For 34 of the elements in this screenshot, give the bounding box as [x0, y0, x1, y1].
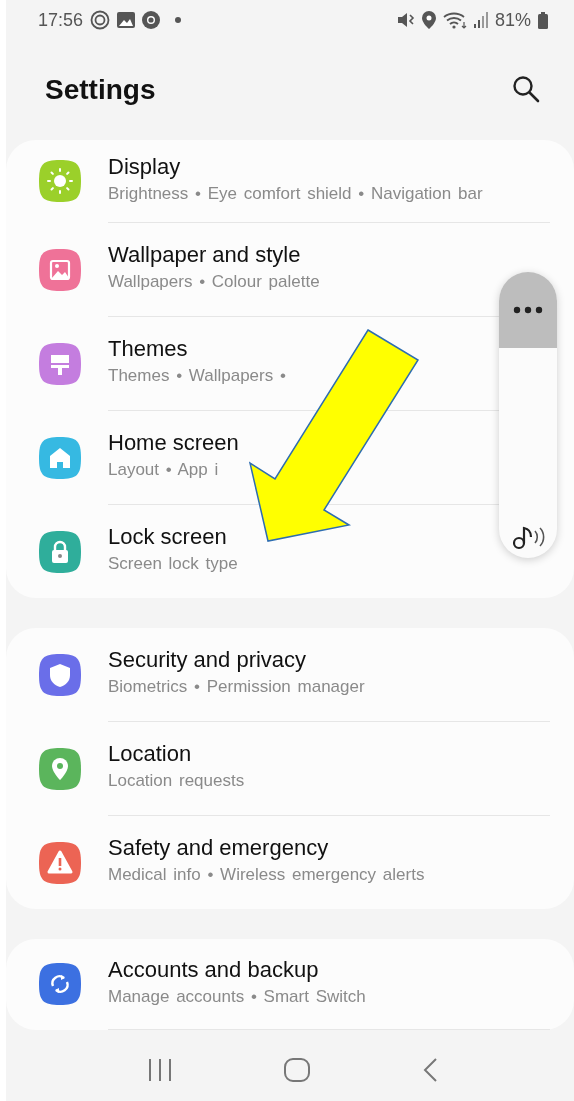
item-summary: Biometrics • Permission manager: [108, 676, 365, 698]
item-title[interactable]: Location: [108, 741, 245, 767]
clock: 17:56: [38, 9, 84, 31]
item-title[interactable]: Display: [108, 153, 483, 180]
item-title[interactable]: Safety and emergency: [108, 835, 425, 861]
wifi-icon: [442, 11, 467, 29]
item-summary: Medical info • Wireless emergency alerts: [108, 864, 425, 886]
item-summary: Screen lock type: [108, 553, 238, 575]
dot-icon: [175, 17, 182, 23]
item-summary: Manage accounts • Smart Switch: [108, 985, 366, 1008]
item-summary: Wallpapers • Colour palette: [108, 271, 320, 293]
rings-icon: [90, 10, 111, 30]
more-icon: [513, 306, 543, 314]
item-summary: Brightness • Eye comfort shield • Navigation bar: [108, 182, 483, 205]
battery-percentage: 81%: [494, 9, 531, 31]
item-summary: Layout • App i: [108, 459, 220, 481]
more-options-button[interactable]: [499, 272, 557, 348]
image-icon: [117, 12, 136, 28]
recent-apps-icon: [147, 1057, 174, 1082]
item-title[interactable]: Home screen: [108, 430, 239, 456]
home-icon: [284, 1057, 310, 1082]
battery-icon: [538, 11, 548, 29]
item-title[interactable]: Security and privacy: [108, 647, 365, 673]
item-summary: Location requests: [108, 770, 245, 792]
browser-icon: [142, 11, 161, 29]
item-title[interactable]: Lock screen: [108, 524, 238, 550]
page-title: Settings: [45, 74, 156, 106]
signal-icon: [473, 12, 488, 28]
mute-icon: [396, 12, 415, 28]
item-title[interactable]: Accounts and backup: [108, 956, 366, 983]
location-icon: [421, 11, 436, 29]
item-title[interactable]: Themes: [108, 336, 286, 362]
item-summary: Themes • Wallpapers •: [108, 365, 286, 387]
item-title[interactable]: Wallpaper and style: [108, 242, 320, 268]
